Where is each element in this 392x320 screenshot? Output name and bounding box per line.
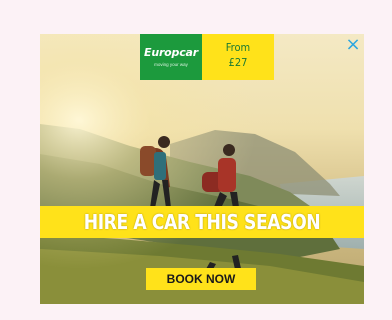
europcar-logo[interactable]: Europcar moving your way	[140, 34, 202, 80]
ad-headline: HIRE A CAR THIS SEASON	[83, 210, 321, 234]
brand-name: Europcar	[144, 46, 198, 59]
book-now-button[interactable]: BOOK NOW	[146, 268, 256, 290]
price-badge[interactable]: From £27	[202, 34, 274, 80]
europcar-ad-banner[interactable]: Europcar moving your way From £27 × HIRE…	[40, 34, 364, 304]
brand-tagline: moving your way	[154, 62, 188, 67]
close-icon[interactable]: ×	[342, 34, 364, 56]
price-from-label: From	[225, 41, 251, 54]
price-value: £27	[228, 56, 248, 69]
